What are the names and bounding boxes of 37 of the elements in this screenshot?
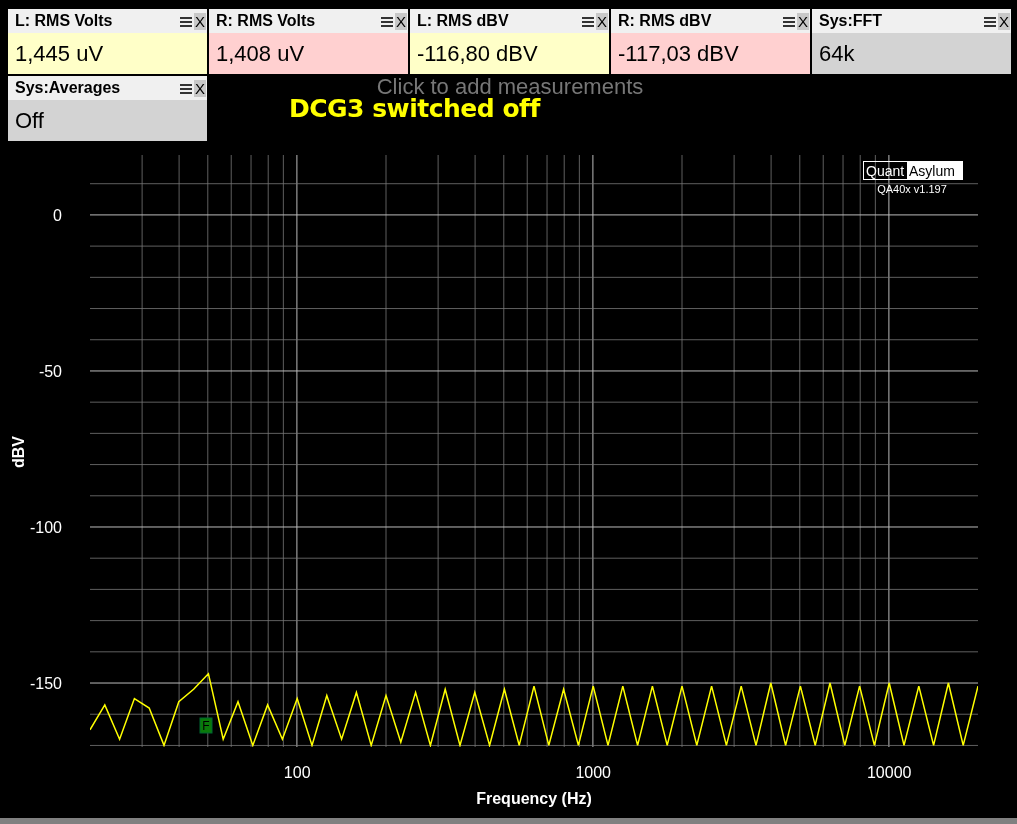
- y-tick-label: 0: [53, 206, 62, 224]
- y-tick-label: -100: [29, 519, 62, 536]
- tile-value: -116,80 dBV: [410, 33, 609, 74]
- x-tick-label: 1000: [575, 764, 611, 781]
- caption-text: DCG3 switched off: [289, 94, 540, 123]
- brand-logo: Quant Asylum: [863, 161, 963, 180]
- menu-icon[interactable]: [180, 82, 192, 94]
- close-button[interactable]: X: [596, 12, 608, 30]
- tile-value: 1,445 uV: [8, 33, 207, 74]
- close-button[interactable]: X: [194, 79, 206, 97]
- marker-flag[interactable]: F: [199, 717, 213, 734]
- y-axis-title: dBV: [10, 436, 27, 468]
- tile-title: L: RMS Volts: [15, 12, 114, 30]
- menu-icon[interactable]: [582, 15, 594, 27]
- x-tick-label: 100: [283, 764, 311, 781]
- close-button[interactable]: X: [194, 12, 206, 30]
- tile-title: Sys:Averages: [15, 79, 122, 97]
- close-button[interactable]: X: [797, 12, 809, 30]
- y-tick-label: -150: [29, 675, 62, 693]
- tile-title: R: RMS dBV: [618, 12, 713, 30]
- tile-value: 1,408 uV: [209, 33, 408, 74]
- tile-value: -117,03 dBV: [611, 33, 810, 74]
- tile-value: Off: [8, 100, 207, 141]
- version-label: QA40x v1.197: [877, 183, 947, 195]
- tile-title: Sys:FFT: [819, 12, 884, 30]
- x-tick-label: 10000: [866, 764, 912, 781]
- close-button[interactable]: X: [395, 12, 407, 30]
- close-button[interactable]: X: [998, 12, 1010, 30]
- tile-title: L: RMS dBV: [417, 12, 510, 30]
- tile-title: R: RMS Volts: [216, 12, 317, 30]
- tile-value: 64k: [812, 33, 1011, 74]
- menu-icon[interactable]: [984, 15, 996, 27]
- menu-icon[interactable]: [783, 15, 795, 27]
- menu-icon[interactable]: [180, 15, 192, 27]
- menu-icon[interactable]: [381, 15, 393, 27]
- y-tick-label: -50: [38, 362, 62, 380]
- x-axis-title: Frequency (Hz): [476, 790, 592, 807]
